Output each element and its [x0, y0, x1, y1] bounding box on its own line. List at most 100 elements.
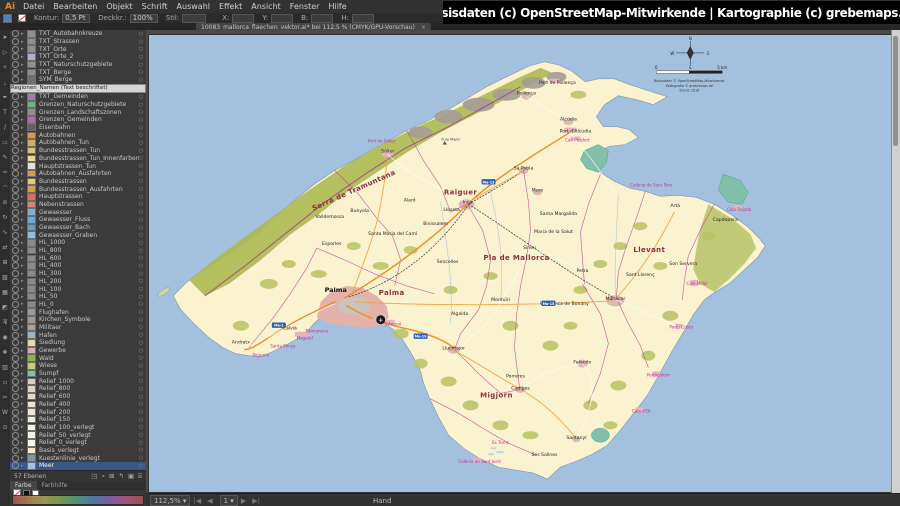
panel-footer-icon[interactable]: ↰ — [118, 472, 123, 480]
target-icon[interactable]: ○ — [139, 348, 143, 354]
visibility-eye-icon[interactable] — [12, 232, 19, 239]
nav-first-icon[interactable]: |◀ — [193, 497, 201, 505]
layer-row-txt_orte_2[interactable]: ▸TXT_Orte_2○ — [10, 53, 146, 61]
eyedropper-tool[interactable]: ⯠ — [1, 315, 10, 330]
magic-wand-tool[interactable]: ✧ — [1, 60, 10, 75]
layer-row-hauptstrassen[interactable]: ▸Hauptstrassen○ — [10, 193, 146, 201]
fill-swatch[interactable] — [3, 14, 12, 23]
visibility-eye-icon[interactable] — [12, 432, 19, 439]
target-icon[interactable]: ○ — [139, 294, 143, 300]
visibility-eye-icon[interactable] — [12, 38, 19, 45]
panel-footer-icon[interactable]: ⌕ — [101, 472, 105, 480]
layer-row-basis_verlegt[interactable]: ▸Basis_verlegt○ — [10, 447, 146, 455]
artboard-tool[interactable]: ▫ — [1, 375, 10, 390]
target-icon[interactable]: ○ — [139, 194, 143, 200]
visibility-eye-icon[interactable] — [12, 262, 19, 269]
layer-row-nebenstrassen[interactable]: ▸Nebenstrassen○ — [10, 201, 146, 209]
layer-row-kirchen_symbole[interactable]: ▸Kirchen_Symbole○ — [10, 316, 146, 324]
visibility-eye-icon[interactable] — [12, 201, 19, 208]
menu-effekt[interactable]: Effekt — [219, 2, 242, 11]
visibility-eye-icon[interactable] — [12, 216, 19, 223]
visibility-eye-icon[interactable] — [12, 324, 19, 331]
layer-row-grenzen_naturschutzgebiete[interactable]: ▸Grenzen_Naturschutzgebiete○ — [10, 101, 146, 109]
color-spectrum-bar[interactable] — [12, 495, 144, 505]
visibility-eye-icon[interactable] — [12, 61, 19, 68]
layer-row-relief_100_verlegt[interactable]: ▸Relief_100_verlegt○ — [10, 424, 146, 432]
target-icon[interactable]: ○ — [139, 240, 143, 246]
target-icon[interactable]: ○ — [139, 401, 143, 407]
target-icon[interactable]: ○ — [139, 340, 143, 346]
layer-row-hl_400[interactable]: ▸HL_400○ — [10, 262, 146, 270]
layer-row-bundesstrassen[interactable]: ▸Bundesstrassen○ — [10, 178, 146, 186]
visibility-eye-icon[interactable] — [12, 132, 19, 139]
gradient-tool[interactable]: ◩ — [1, 300, 10, 315]
target-icon[interactable]: ○ — [139, 125, 143, 131]
artboard-number-dropdown[interactable]: 1 ▾ — [220, 495, 238, 506]
layer-row-relief_400[interactable]: ▸Relief_400○ — [10, 401, 146, 409]
vertical-scrollbar[interactable] — [891, 30, 900, 493]
target-icon[interactable]: ○ — [139, 117, 143, 123]
visibility-eye-icon[interactable] — [12, 455, 19, 462]
visibility-eye-icon[interactable] — [12, 124, 19, 131]
visibility-eye-icon[interactable] — [12, 393, 19, 400]
target-icon[interactable]: ○ — [139, 378, 143, 384]
layer-row-hl_1000[interactable]: ▸HL_1000○ — [10, 239, 146, 247]
visibility-eye-icon[interactable] — [12, 101, 19, 108]
layer-row-gewaesser_fluss[interactable]: ▸Gewaesser_Fluss○ — [10, 216, 146, 224]
visibility-eye-icon[interactable] — [12, 462, 19, 469]
visibility-eye-icon[interactable] — [12, 316, 19, 323]
visibility-eye-icon[interactable] — [12, 163, 19, 170]
visibility-eye-icon[interactable] — [12, 109, 19, 116]
layer-row-autobahnen_tun[interactable]: ▸Autobahnen_Tun○ — [10, 139, 146, 147]
layer-row-relief_150[interactable]: ▸Relief_150○ — [10, 416, 146, 424]
target-icon[interactable]: ○ — [139, 225, 143, 231]
visibility-eye-icon[interactable] — [12, 46, 19, 53]
free-transform-tool[interactable]: ⇄ — [1, 240, 10, 255]
target-icon[interactable]: ○ — [139, 178, 143, 184]
visibility-eye-icon[interactable] — [12, 347, 19, 354]
lasso-tool[interactable]: ⍮ — [1, 75, 10, 90]
layer-row-sym_berge[interactable]: ▸SYM_Berge○ — [10, 76, 146, 84]
target-icon[interactable]: ○ — [139, 263, 143, 269]
target-icon[interactable]: ○ — [139, 440, 143, 446]
layer-row-sumpf[interactable]: ▸Sumpf○ — [10, 370, 146, 378]
target-icon[interactable]: ○ — [139, 77, 143, 83]
paintbrush-tool[interactable]: ✎ — [1, 150, 10, 165]
menu-fenster[interactable]: Fenster — [290, 2, 320, 11]
visibility-eye-icon[interactable] — [12, 139, 19, 146]
visibility-eye-icon[interactable] — [12, 301, 19, 308]
visibility-eye-icon[interactable] — [12, 293, 19, 300]
target-icon[interactable]: ○ — [139, 155, 143, 161]
visibility-eye-icon[interactable] — [12, 69, 19, 76]
layer-row-bundesstrassen_ausfahrten[interactable]: ▸Bundesstrassen_Ausfahrten○ — [10, 185, 146, 193]
width-tool[interactable]: ∿ — [1, 225, 10, 240]
layer-row-relief_800[interactable]: ▸Relief_800○ — [10, 385, 146, 393]
opacity-field[interactable]: 100% — [130, 14, 158, 23]
target-icon[interactable]: ○ — [139, 355, 143, 361]
layer-row-militaer[interactable]: ▸Militaer○ — [10, 324, 146, 332]
visibility-eye-icon[interactable] — [12, 76, 19, 83]
nav-next-icon[interactable]: ▶ — [241, 497, 246, 505]
target-icon[interactable]: ○ — [139, 46, 143, 52]
visibility-eye-icon[interactable] — [12, 424, 19, 431]
menu-hilfe[interactable]: Hilfe — [328, 2, 346, 11]
layer-row-meer[interactable]: ▸Meer○ — [10, 462, 146, 470]
visibility-eye-icon[interactable] — [12, 247, 19, 254]
nav-last-icon[interactable]: ▶| — [252, 497, 260, 505]
shape-builder-tool[interactable]: ⊞ — [1, 255, 10, 270]
visibility-eye-icon[interactable] — [12, 339, 19, 346]
color-tab-farbhilfe[interactable]: Farbhilfe — [37, 481, 73, 490]
visibility-eye-icon[interactable] — [12, 147, 19, 154]
layer-row-flughafen[interactable]: ▸Flughafen○ — [10, 308, 146, 316]
visibility-eye-icon[interactable] — [12, 370, 19, 377]
layer-row-relief_50_verlegt[interactable]: ▸Relief_50_verlegt○ — [10, 431, 146, 439]
layer-row-hl_200[interactable]: ▸HL_200○ — [10, 278, 146, 286]
visibility-eye-icon[interactable] — [12, 378, 19, 385]
visibility-eye-icon[interactable] — [12, 332, 19, 339]
target-icon[interactable]: ○ — [139, 148, 143, 154]
line-tool[interactable]: / — [1, 120, 10, 135]
menu-schrift[interactable]: Schrift — [142, 2, 168, 11]
graph-tool[interactable]: ▥ — [1, 360, 10, 375]
visibility-eye-icon[interactable] — [12, 309, 19, 316]
stroke-none-swatch[interactable] — [18, 14, 26, 22]
